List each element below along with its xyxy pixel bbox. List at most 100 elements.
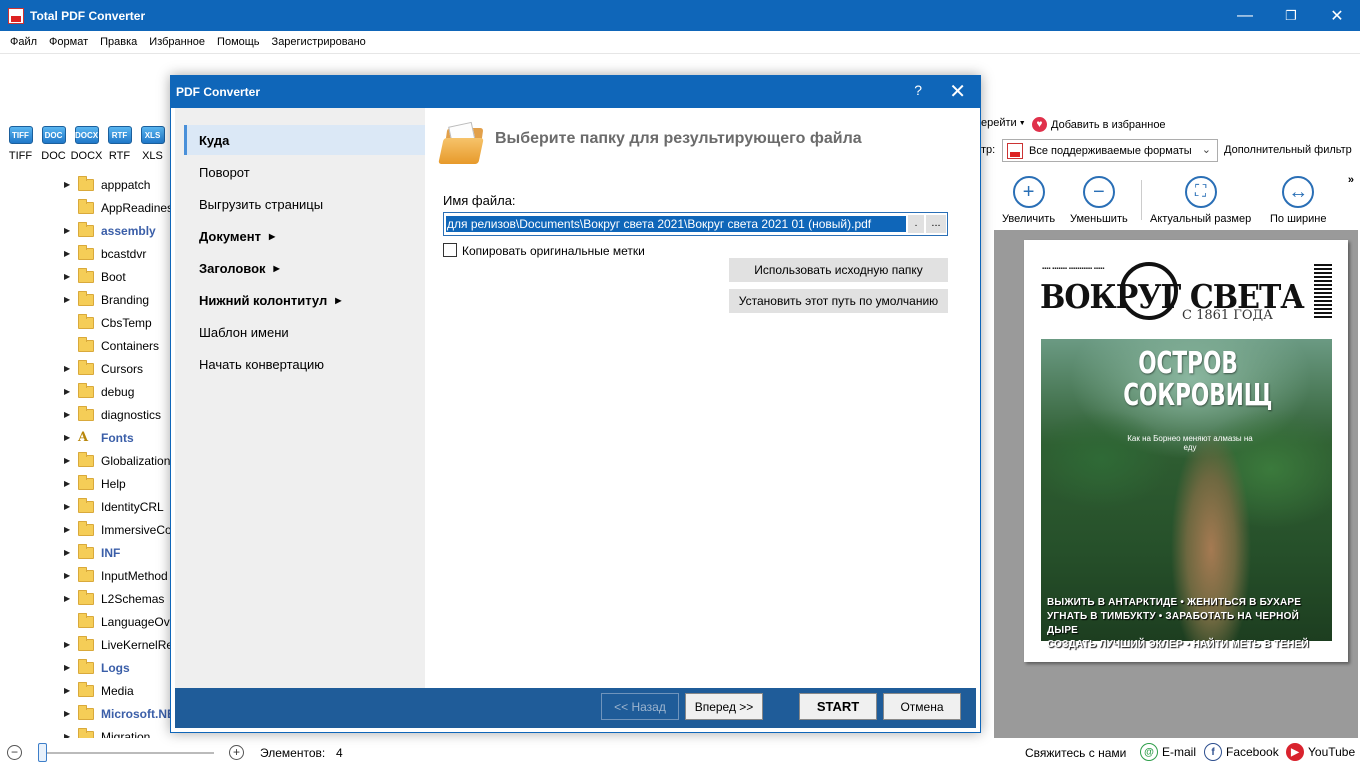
tree-item[interactable]: ▶ Media [64, 679, 134, 702]
add-favorite-button[interactable]: ♥ Добавить в избранное [1032, 117, 1166, 132]
tree-item[interactable]: AppReadiness [64, 196, 170, 219]
format-doc-button[interactable]: DOC DOC [37, 126, 70, 162]
browse-button[interactable]: ... [926, 215, 946, 233]
expand-arrow-icon[interactable]: ▶ [64, 180, 78, 189]
nav-item-name-template[interactable]: Шаблон имени [199, 325, 289, 340]
expand-arrow-icon[interactable]: ▶ [64, 295, 78, 304]
tree-item[interactable]: ▶ Help [64, 472, 126, 495]
expand-arrow-icon[interactable]: ▶ [64, 249, 78, 258]
more-tools-button[interactable]: » [1348, 174, 1354, 186]
facebook-link[interactable]: f Facebook [1204, 743, 1279, 761]
chevron-down-icon: ⌄ [1201, 144, 1211, 156]
nav-item-document[interactable]: Документ ▶ [199, 229, 275, 244]
dialog-close-button[interactable]: ✕ [949, 79, 966, 104]
nav-item-header[interactable]: Заголовок ▶ [199, 261, 280, 276]
maximize-button[interactable]: ❐ [1268, 0, 1314, 31]
tree-item-label: Branding [101, 292, 150, 307]
format-rtf-button[interactable]: RTF RTF [103, 126, 136, 162]
expand-arrow-icon[interactable]: ▶ [64, 364, 78, 373]
expand-arrow-icon[interactable]: ▶ [64, 640, 78, 649]
expand-arrow-icon[interactable]: ▶ [64, 594, 78, 603]
next-button[interactable]: Вперед >> [685, 693, 763, 720]
fit-width-button[interactable]: ↔ По ширине [1270, 176, 1327, 225]
format-xls-button[interactable]: XLS XLS [136, 126, 169, 162]
expand-arrow-icon[interactable]: ▶ [64, 272, 78, 281]
format-filter-select[interactable]: Все поддерживаемые форматы ⌄ [1002, 139, 1218, 162]
nav-item-destination[interactable]: Куда [199, 133, 229, 148]
file-name-input[interactable]: для релизов\Documents\Вокруг света 2021\… [443, 212, 948, 236]
thumbnail-size-slider[interactable] [40, 752, 214, 754]
slider-thumb[interactable] [38, 743, 47, 762]
actual-size-button[interactable]: ⛶ Актуальный размер [1150, 176, 1251, 225]
use-source-folder-button[interactable]: Использовать исходную папку [729, 258, 948, 282]
expand-arrow-icon[interactable]: ▶ [64, 479, 78, 488]
menu-format[interactable]: Формат [43, 36, 94, 48]
expand-arrow-icon[interactable]: ▶ [64, 502, 78, 511]
tree-item[interactable]: ▶ Globalization [64, 449, 170, 472]
expand-arrow-icon[interactable]: ▶ [64, 387, 78, 396]
tree-item[interactable]: ▶ Microsoft.NET [64, 702, 170, 725]
folder-icon [78, 198, 94, 214]
expand-arrow-icon[interactable]: ▶ [64, 686, 78, 695]
expand-arrow-icon[interactable]: ▶ [64, 571, 78, 580]
nav-item-extract-pages[interactable]: Выгрузить страницы [199, 197, 323, 212]
menu-registered[interactable]: Зарегистрировано [266, 36, 372, 48]
expand-arrow-icon[interactable]: ▶ [64, 410, 78, 419]
menu-file[interactable]: Файл [4, 36, 43, 48]
expand-arrow-icon[interactable]: ▶ [64, 525, 78, 534]
tree-item[interactable]: ▶ L2Schemas [64, 587, 164, 610]
zoom-plus-icon[interactable]: + [229, 745, 244, 760]
tree-item[interactable]: Containers [64, 334, 159, 357]
tree-item[interactable]: ▶ diagnostics [64, 403, 161, 426]
expand-arrow-icon[interactable]: ▶ [64, 709, 78, 718]
close-button[interactable]: ✕ [1314, 0, 1360, 31]
tree-item[interactable]: ▶ IdentityCRL [64, 495, 164, 518]
email-link[interactable]: @ E-mail [1140, 743, 1196, 761]
copy-tags-checkbox[interactable] [443, 243, 457, 257]
goto-menu[interactable]: ерейти ▼ [981, 117, 1026, 129]
format-docx-button[interactable]: DOCX DOCX [70, 126, 103, 162]
contact-us-link[interactable]: Свяжитесь с нами [1025, 746, 1126, 760]
menu-edit[interactable]: Правка [94, 36, 143, 48]
tree-item[interactable]: ▶ Branding [64, 288, 149, 311]
set-default-path-button[interactable]: Установить этот путь по умолчанию [729, 289, 948, 313]
tree-item[interactable]: ▶ bcastdvr [64, 242, 146, 265]
extra-filter-link[interactable]: Дополнительный фильтр [1224, 144, 1352, 156]
tree-item[interactable]: ▶ Logs [64, 656, 130, 679]
back-button[interactable]: << Назад [601, 693, 679, 720]
expand-arrow-icon[interactable]: ▶ [64, 226, 78, 235]
format-tiff-button[interactable]: TIFF TIFF [4, 126, 37, 162]
cancel-button[interactable]: Отмена [883, 693, 961, 720]
tree-item[interactable]: ▶ LiveKernelReports [64, 633, 170, 656]
tree-item[interactable]: ▶ A Fonts [64, 426, 134, 449]
tree-item[interactable]: ▶ Migration [64, 725, 150, 738]
menu-favorites[interactable]: Избранное [143, 36, 211, 48]
tree-item[interactable]: ▶ ImmersiveControlPanel [64, 518, 170, 541]
dot-button[interactable]: . [908, 215, 924, 233]
folder-tree: ▶apppatchAppReadiness▶assembly▶bcastdvr▶… [0, 172, 170, 738]
tree-item[interactable]: ▶ apppatch [64, 173, 150, 196]
tree-item[interactable]: ▶ assembly [64, 219, 156, 242]
help-button[interactable]: ? [914, 82, 922, 98]
tree-item[interactable]: CbsTemp [64, 311, 152, 334]
minimize-button[interactable]: — [1222, 0, 1268, 31]
nav-item-start-conversion[interactable]: Начать конвертацию [199, 357, 324, 372]
tree-item[interactable]: ▶ Boot [64, 265, 126, 288]
youtube-link[interactable]: ▶ YouTube [1286, 743, 1355, 761]
expand-arrow-icon[interactable]: ▶ [64, 663, 78, 672]
tree-item[interactable]: ▶ INF [64, 541, 120, 564]
nav-item-footer[interactable]: Нижний колонтитул ▶ [199, 293, 341, 308]
expand-arrow-icon[interactable]: ▶ [64, 548, 78, 557]
zoom-out-button[interactable]: − Уменьшить [1070, 176, 1128, 225]
tree-item[interactable]: ▶ Cursors [64, 357, 143, 380]
menu-help[interactable]: Помощь [211, 36, 266, 48]
nav-item-rotate[interactable]: Поворот [199, 165, 250, 180]
start-button[interactable]: START [799, 693, 877, 720]
tree-item[interactable]: LanguageOverlayCache [64, 610, 170, 633]
tree-item[interactable]: ▶ InputMethod [64, 564, 168, 587]
zoom-minus-icon[interactable]: − [7, 745, 22, 760]
expand-arrow-icon[interactable]: ▶ [64, 433, 78, 442]
zoom-in-button[interactable]: + Увеличить [1002, 176, 1055, 225]
expand-arrow-icon[interactable]: ▶ [64, 456, 78, 465]
tree-item[interactable]: ▶ debug [64, 380, 134, 403]
